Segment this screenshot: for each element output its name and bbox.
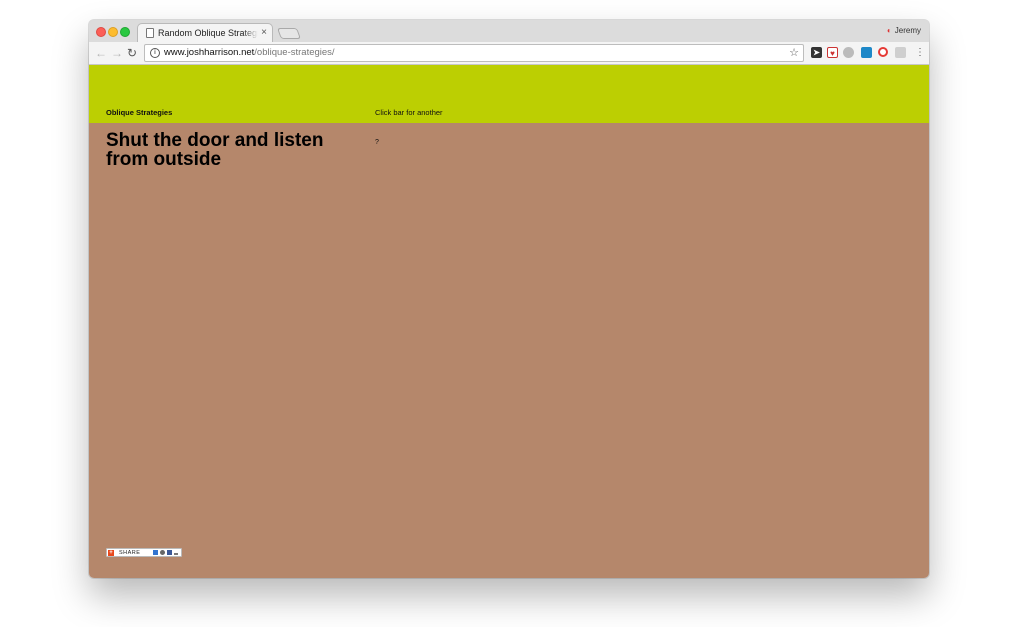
web-page: Oblique Strategies Click bar for another… — [89, 65, 929, 578]
url-text[interactable]: www.joshharrison.net/oblique-strategies/ — [164, 47, 335, 59]
window-maximize-button[interactable] — [120, 27, 130, 37]
extension-cloud-icon[interactable] — [843, 47, 854, 58]
tab-strip: Random Oblique Strategies Online × ◐Jere… — [89, 20, 929, 43]
bookmark-star-icon[interactable]: ☆ — [789, 46, 799, 60]
forward-icon[interactable]: → — [111, 45, 123, 61]
share-label: SHARE — [119, 550, 141, 556]
extension-pointer-icon[interactable]: ➤ — [811, 47, 822, 58]
help-link[interactable]: ? — [375, 139, 379, 147]
back-icon[interactable]: ← — [95, 45, 107, 61]
profile-name: Jeremy — [894, 26, 921, 35]
url-path: /oblique-strategies/ — [254, 47, 335, 58]
profile-button[interactable]: ◐ Jeremy — [887, 25, 921, 36]
new-tab-button[interactable] — [276, 28, 302, 39]
delicious-icon — [153, 550, 158, 555]
reload-icon[interactable]: ↻ — [127, 45, 137, 61]
facebook-icon — [167, 550, 172, 555]
tab-close-icon[interactable]: × — [261, 27, 267, 39]
info-icon[interactable]: i — [150, 48, 160, 58]
tab-title: Random Oblique Strategies Online — [158, 28, 258, 38]
window-minimize-button[interactable] — [108, 27, 118, 37]
profile-icon: ◐ — [886, 26, 892, 35]
bar-hint: Click bar for another — [375, 108, 443, 117]
page-icon — [146, 28, 154, 38]
tab-active[interactable]: Random Oblique Strategies Online × — [137, 23, 273, 43]
more-icon — [174, 553, 178, 555]
site-title: Oblique Strategies — [106, 108, 173, 117]
share-plus-icon: + — [108, 550, 114, 556]
window-close-button[interactable] — [96, 27, 106, 37]
browser-toolbar: ← → ↻ i www.joshharrison.net/oblique-str… — [89, 42, 929, 65]
extension-generic-icon[interactable] — [895, 47, 906, 58]
kebab-menu-icon[interactable]: ⋮ — [915, 46, 925, 60]
extension-opera-icon[interactable] — [878, 47, 888, 57]
url-host: www.joshharrison.net — [164, 47, 255, 58]
extension-trello-icon[interactable] — [861, 47, 872, 58]
strategy-text: Shut the door and listen from outside — [106, 130, 324, 170]
refresh-bar[interactable]: Oblique Strategies Click bar for another — [89, 65, 929, 123]
share-button[interactable]: + SHARE — [106, 548, 182, 557]
browser-window: Random Oblique Strategies Online × ◐Jere… — [89, 20, 929, 578]
strategy-panel: Shut the door and listen from outside ? … — [89, 123, 929, 578]
extension-pocket-icon[interactable]: ♥ — [827, 47, 838, 58]
address-bar[interactable]: i www.joshharrison.net/oblique-strategie… — [144, 44, 804, 62]
digg-icon — [160, 550, 165, 555]
